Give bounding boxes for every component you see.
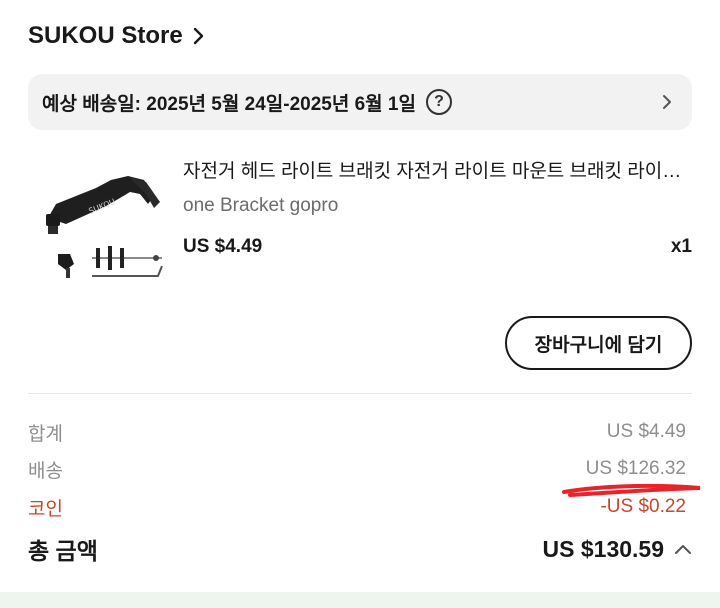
subtotal-value: US $4.49 — [606, 421, 686, 442]
product-variant: one Bracket gopro — [183, 195, 339, 216]
coins-label: 코인 — [28, 498, 63, 520]
product-title[interactable]: 자전거 헤드 라이트 브래킷 자전거 라이트 마운트 브래킷 라이트 마운트 — [183, 156, 693, 183]
shipping-row: 배송 US $126.32 — [28, 455, 686, 483]
add-to-cart-button[interactable]: 장바구니에 담기 — [505, 316, 692, 370]
delivery-estimate-text: 예상 배송일: 2025년 5월 24일-2025년 6월 1일 — [42, 93, 416, 115]
delivery-estimate-bar[interactable]: 예상 배송일: 2025년 5월 24일-2025년 6월 1일 ? — [28, 74, 692, 130]
chevron-right-icon[interactable] — [193, 26, 207, 46]
total-row[interactable]: 총 금액 US $130.59 — [28, 532, 692, 566]
total-value: US $130.59 — [542, 535, 664, 562]
coins-value: -US $0.22 — [600, 496, 686, 517]
divider — [28, 393, 692, 394]
product-item: SUKOU 자전거 헤드 라이트 브래킷 자전거 라이트 마운트 브래킷 라이트… — [28, 150, 693, 290]
store-header[interactable]: SUKOU Store — [28, 18, 207, 54]
chevron-up-icon[interactable] — [674, 543, 692, 555]
subtotal-label: 합계 — [28, 423, 63, 445]
total-label: 총 금액 — [28, 538, 98, 564]
shipping-label: 배송 — [28, 460, 63, 482]
subtotal-row: 합계 US $4.49 — [28, 418, 686, 446]
total-amount-group[interactable]: US $130.59 — [543, 536, 692, 563]
product-quantity: x1 — [670, 236, 692, 257]
product-image[interactable]: SUKOU — [36, 158, 176, 290]
help-circle-icon[interactable]: ? — [425, 89, 452, 115]
product-price: US $4.49 — [183, 236, 263, 257]
coins-row: 코인 -US $0.22 — [28, 493, 686, 521]
shipping-value: US $126.32 — [585, 458, 686, 479]
bottom-bar — [0, 592, 720, 608]
chevron-right-icon[interactable] — [662, 93, 674, 111]
store-name[interactable]: SUKOU Store — [28, 22, 183, 50]
